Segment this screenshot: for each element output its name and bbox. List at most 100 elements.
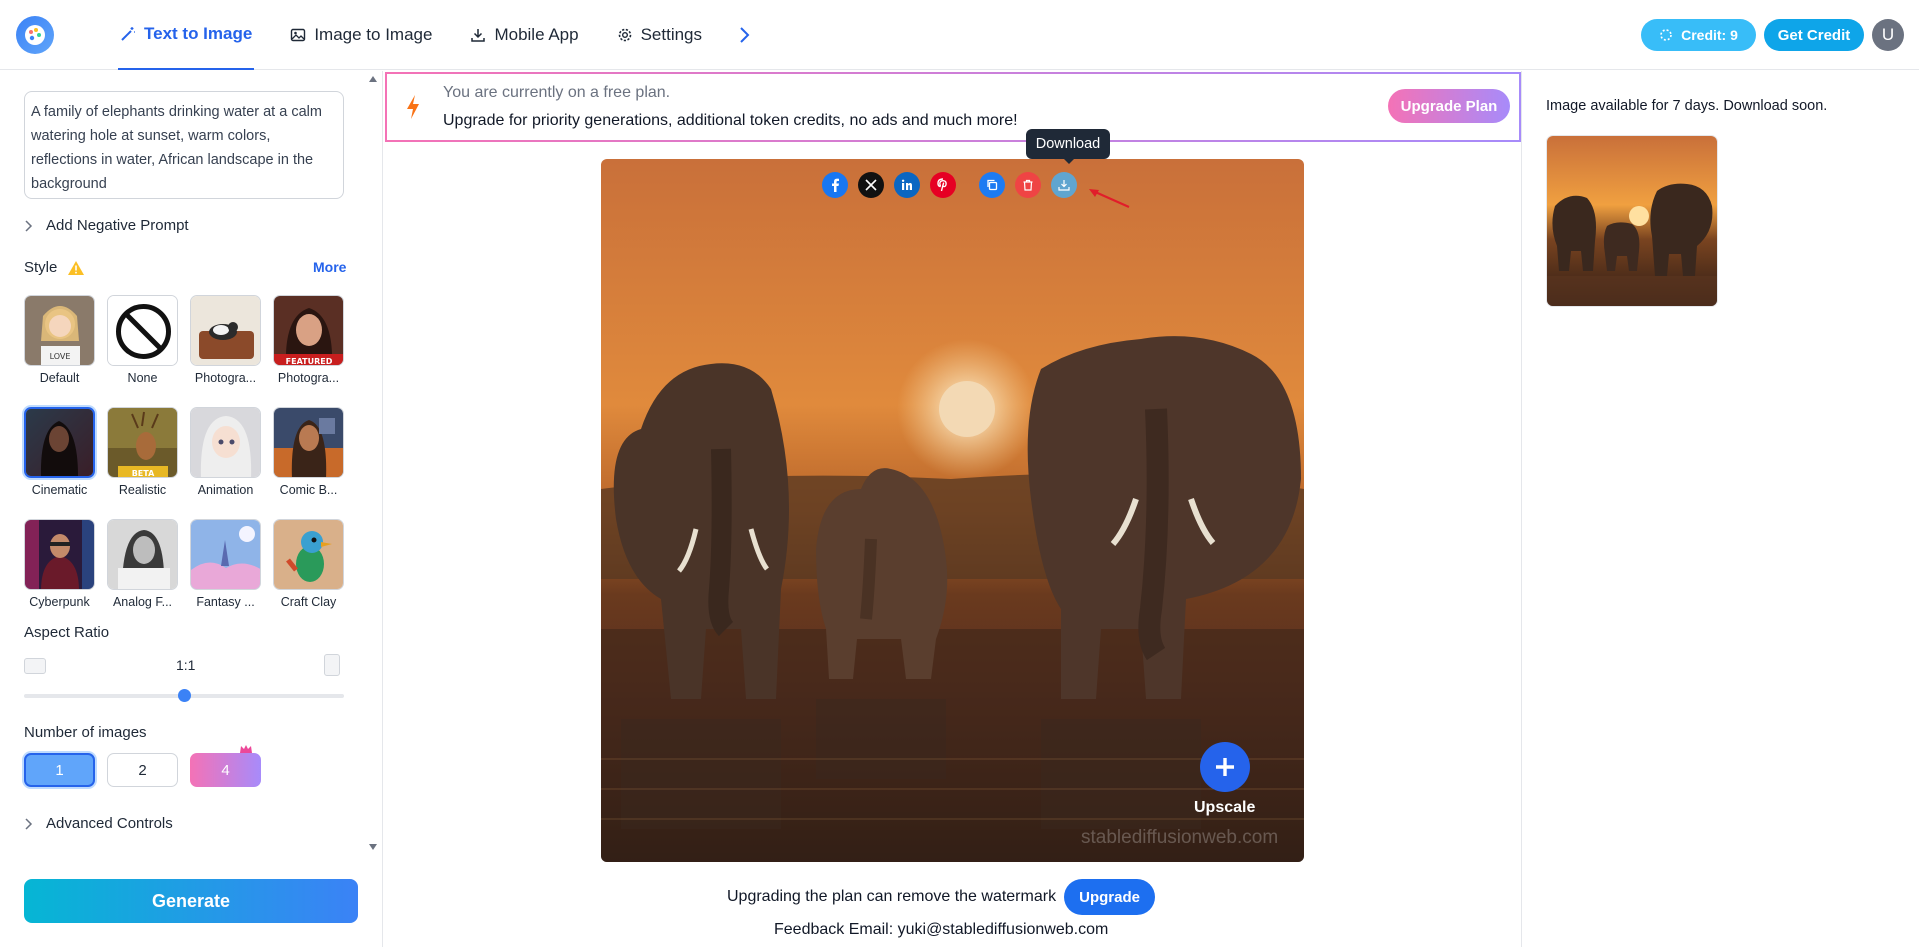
tab-image-to-image[interactable]: Image to Image: [288, 0, 434, 70]
share-facebook-button[interactable]: [822, 172, 848, 198]
style-animation[interactable]: Animation: [190, 407, 261, 497]
style-label: Animation: [197, 483, 254, 497]
style-comic-book[interactable]: Comic B...: [273, 407, 344, 497]
history-panel: Image available for 7 days. Download soo…: [1521, 71, 1919, 947]
portrait-ratio-icon[interactable]: [324, 654, 340, 676]
style-thumbnail: [107, 295, 178, 366]
style-craft-clay[interactable]: Craft Clay: [273, 519, 344, 609]
style-label: Photogra...: [277, 371, 340, 385]
style-photography-featured[interactable]: FEATURED Photogra...: [273, 295, 344, 385]
generated-image[interactable]: Upscale stablediffusionweb.com: [601, 159, 1304, 862]
aspect-ratio-title: Aspect Ratio: [24, 624, 110, 641]
add-negative-prompt-toggle[interactable]: Add Negative Prompt: [24, 217, 189, 234]
crown-icon: [240, 745, 252, 753]
spinner-icon: [1660, 29, 1672, 41]
style-label: Cinematic: [31, 483, 88, 497]
chevron-right-icon: [25, 219, 33, 232]
scroll-down-arrow-icon[interactable]: [368, 843, 378, 851]
download-icon: [471, 29, 486, 42]
number-of-images-options: 1 2 4: [24, 745, 261, 787]
style-none[interactable]: None: [107, 295, 178, 385]
tab-label: Image to Image: [314, 25, 433, 44]
upscale-control[interactable]: Upscale: [1194, 742, 1255, 817]
download-icon: [1058, 180, 1070, 191]
style-thumbnail: [107, 519, 178, 590]
style-cyberpunk[interactable]: Cyberpunk: [24, 519, 95, 609]
num-images-1-button[interactable]: 1: [24, 753, 95, 787]
credit-badge[interactable]: Credit: 9: [1641, 19, 1756, 51]
style-cinematic[interactable]: Cinematic: [24, 407, 95, 497]
watermark-notice-text: Upgrading the plan can remove the waterm…: [727, 888, 1057, 905]
slider-handle[interactable]: [178, 689, 191, 702]
warning-icon: [68, 260, 85, 275]
pinterest-icon: [937, 178, 947, 192]
palette-icon: [25, 25, 45, 45]
num-images-4-button[interactable]: 4: [190, 745, 261, 787]
landscape-ratio-icon[interactable]: [24, 658, 46, 674]
negative-prompt-label: Add Negative Prompt: [46, 217, 189, 234]
history-thumbnail[interactable]: [1546, 135, 1718, 307]
prompt-input[interactable]: A family of elephants drinking water at …: [24, 91, 344, 199]
feedback-email: Feedback Email: yuki@stablediffusionweb.…: [774, 921, 1109, 938]
copy-button[interactable]: [979, 172, 1005, 198]
tab-text-to-image[interactable]: Text to Image: [118, 0, 255, 70]
tooltip-arrow: [1063, 158, 1075, 164]
share-pinterest-button[interactable]: [930, 172, 956, 198]
style-thumbnail: [190, 295, 261, 366]
aspect-ratio-slider[interactable]: [24, 689, 344, 702]
style-realistic[interactable]: BETA Realistic: [107, 407, 178, 497]
delete-button[interactable]: [1015, 172, 1041, 198]
style-grid: LOVE Default None Photogra... FEATURED P…: [24, 295, 354, 609]
share-x-button[interactable]: [858, 172, 884, 198]
credit-label: Credit: 9: [1681, 27, 1738, 43]
sidebar: A family of elephants drinking water at …: [0, 71, 383, 947]
style-section-title: Style: [24, 259, 85, 276]
scroll-up-arrow-icon[interactable]: [368, 75, 378, 83]
plus-icon: [1215, 758, 1234, 776]
style-label: Realistic: [118, 483, 167, 497]
svg-text:FEATURED: FEATURED: [286, 357, 333, 366]
get-credit-button[interactable]: Get Credit: [1764, 19, 1864, 51]
style-analog-film[interactable]: Analog F...: [107, 519, 178, 609]
watermark-text: stablediffusionweb.com: [1081, 827, 1279, 848]
style-thumbnail: LOVE: [24, 295, 95, 366]
aspect-ratio-value: 1:1: [176, 657, 196, 673]
style-thumbnail: [24, 519, 95, 590]
advanced-controls-toggle[interactable]: Advanced Controls: [24, 815, 173, 832]
share-linkedin-button[interactable]: [894, 172, 920, 198]
style-photography-1[interactable]: Photogra...: [190, 295, 261, 385]
nav-next-arrow[interactable]: [738, 0, 750, 70]
banner-message: Upgrade for priority generations, additi…: [443, 112, 1018, 129]
style-thumbnail: BETA: [107, 407, 178, 478]
style-title-label: Style: [24, 259, 58, 276]
more-styles-link[interactable]: More: [313, 259, 346, 275]
app-logo[interactable]: [16, 16, 54, 54]
trash-icon: [1023, 179, 1033, 191]
style-label: Comic B...: [279, 483, 338, 497]
style-label: Fantasy ...: [196, 595, 255, 609]
style-thumbnail: [190, 519, 261, 590]
facebook-icon: [832, 178, 839, 192]
lightning-icon: [407, 95, 419, 119]
user-avatar[interactable]: U: [1872, 19, 1904, 51]
style-fantasy-art[interactable]: Fantasy ...: [190, 519, 261, 609]
num-images-2-button[interactable]: 2: [107, 753, 178, 787]
number-of-images-title: Number of images: [24, 724, 147, 741]
banner-title: You are currently on a free plan.: [443, 84, 671, 101]
none-icon: [108, 296, 177, 365]
tab-mobile-app[interactable]: Mobile App: [468, 0, 580, 70]
generate-button[interactable]: Generate: [24, 879, 358, 923]
upscale-plus-button[interactable]: [1199, 742, 1250, 792]
style-thumbnail: [24, 407, 95, 478]
tab-settings[interactable]: Settings: [615, 0, 704, 70]
free-plan-banner: You are currently on a free plan. Upgrad…: [385, 72, 1521, 142]
upgrade-button[interactable]: Upgrade: [1064, 879, 1156, 915]
download-button[interactable]: [1051, 172, 1077, 198]
style-thumbnail: [273, 519, 344, 590]
red-arrow-annotation-icon: [1089, 189, 1130, 209]
style-default[interactable]: LOVE Default: [24, 295, 95, 385]
top-bar: Text to Image Image to Image Mobile App …: [0, 0, 1919, 70]
upgrade-plan-button[interactable]: Upgrade Plan: [1388, 89, 1510, 123]
tab-label: Mobile App: [494, 25, 579, 44]
upscale-label: Upscale: [1194, 799, 1256, 816]
